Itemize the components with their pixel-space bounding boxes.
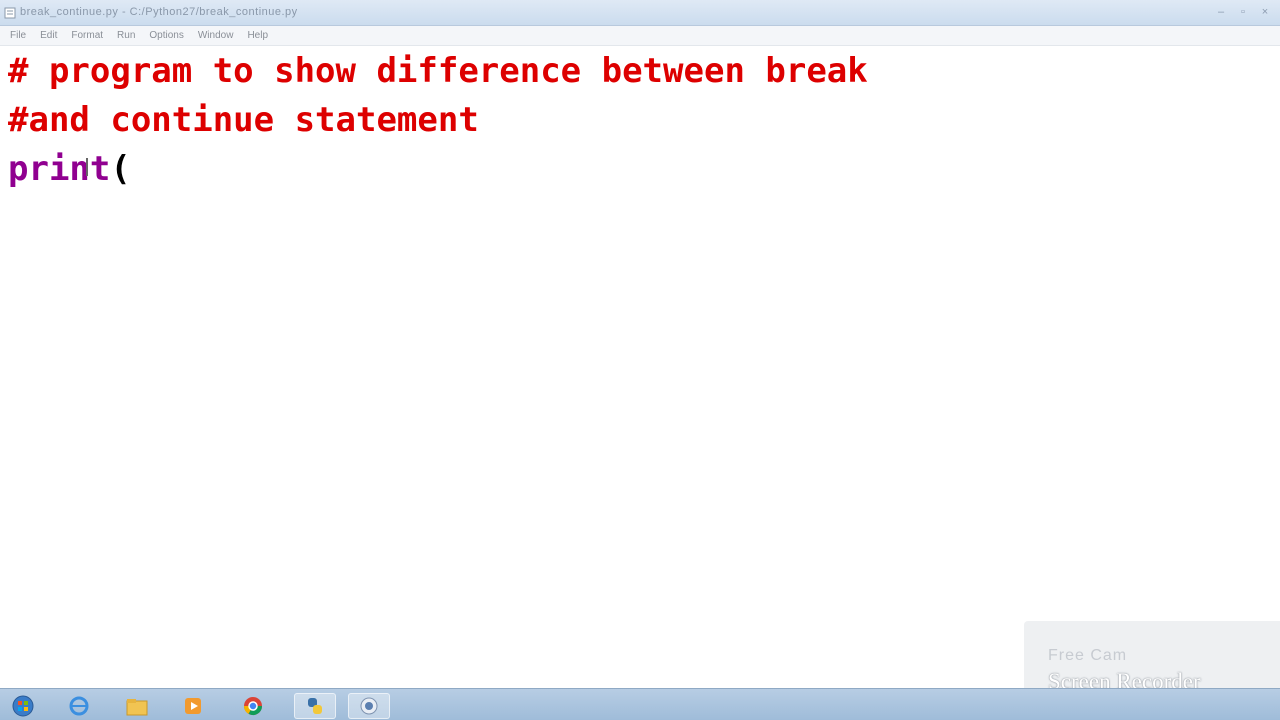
idle-editor-window: break_continue.py - C:/Python27/break_co… — [0, 0, 1280, 688]
close-button[interactable]: × — [1256, 4, 1274, 20]
menu-options[interactable]: Options — [149, 30, 183, 41]
python-icon[interactable] — [294, 693, 336, 719]
menu-window[interactable]: Window — [198, 30, 234, 41]
window-title: break_continue.py - C:/Python27/break_co… — [20, 6, 298, 18]
menu-run[interactable]: Run — [117, 30, 135, 41]
builtin-print: print — [8, 149, 111, 189]
explorer-icon[interactable] — [116, 693, 158, 719]
app-icon[interactable] — [348, 693, 390, 719]
code-line-3: print( — [8, 146, 131, 192]
media-icon[interactable] — [172, 693, 214, 719]
minimize-button[interactable]: – — [1212, 4, 1230, 20]
code-editor[interactable]: # program to show difference between bre… — [0, 46, 1280, 688]
ie-icon[interactable] — [58, 693, 100, 719]
menu-format[interactable]: Format — [71, 30, 103, 41]
menu-edit[interactable]: Edit — [40, 30, 57, 41]
start-orb-icon[interactable] — [2, 693, 44, 719]
menu-bar: File Edit Format Run Options Window Help — [0, 26, 1280, 46]
chrome-icon[interactable] — [232, 693, 274, 719]
menu-file[interactable]: File — [10, 30, 26, 41]
mouse-ibeam-cursor — [86, 158, 88, 176]
code-line-2: #and continue statement — [8, 100, 479, 140]
taskbar — [0, 688, 1280, 720]
menu-help[interactable]: Help — [247, 30, 268, 41]
code-line-1: # program to show difference between bre… — [8, 51, 868, 91]
watermark-brand: Free Cam — [1048, 647, 1128, 664]
open-paren: ( — [110, 149, 131, 189]
python-file-icon — [4, 7, 16, 19]
title-bar: break_continue.py - C:/Python27/break_co… — [0, 0, 1280, 26]
maximize-button[interactable]: ▫ — [1234, 4, 1252, 20]
